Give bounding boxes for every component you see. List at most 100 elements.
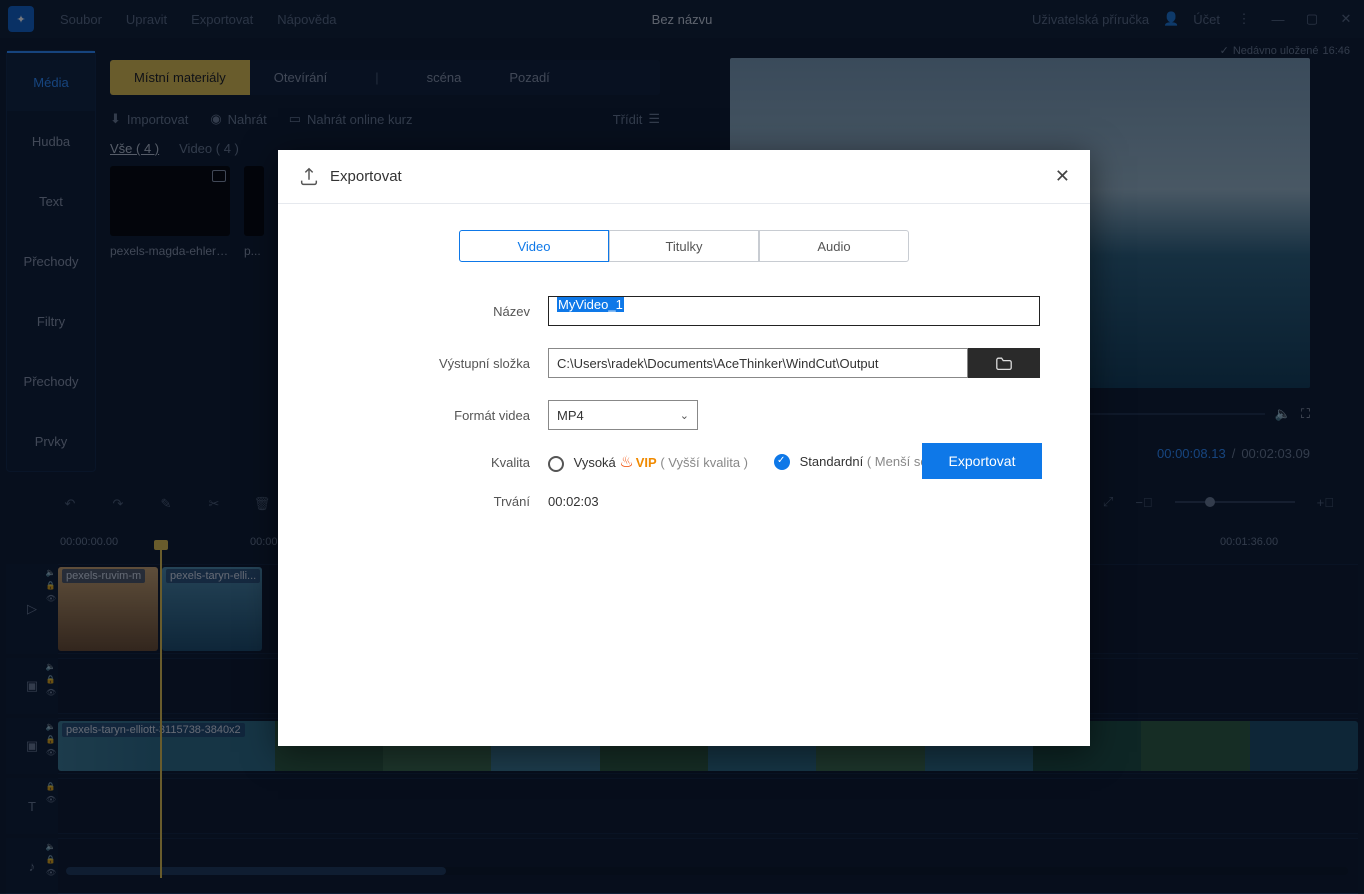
filter-video[interactable]: Video ( 4 )	[179, 141, 239, 156]
text-track-icon: T	[28, 799, 36, 814]
close-dialog-button[interactable]: ✕	[1055, 166, 1070, 187]
clip[interactable]: pexels-ruvim-m	[58, 567, 158, 651]
timeline-scrollbar[interactable]	[66, 867, 1348, 875]
timecode-sep: /	[1232, 446, 1236, 461]
zoom-slider[interactable]	[1175, 501, 1295, 503]
export-tabs: Video Titulky Audio	[318, 230, 1050, 262]
dialog-title: Exportovat	[330, 168, 402, 185]
fullscreen-icon[interactable]: ⛶	[1301, 406, 1310, 422]
label-quality: Kvalita	[318, 455, 548, 470]
format-select[interactable]: MP4 ⌄	[548, 400, 698, 430]
video-track-icon: ▷	[27, 601, 37, 617]
chevron-down-icon: ⌄	[680, 409, 689, 422]
audio-track: ♪ 🔈🔒👁	[6, 838, 1358, 894]
playhead[interactable]	[160, 548, 162, 878]
folder-input[interactable]: C:\Users\radek\Documents\AceThinker\Wind…	[548, 348, 968, 378]
track-head-video[interactable]: ▷ 🔈🔒👁	[6, 564, 58, 654]
tab-background[interactable]: Pozadí	[485, 60, 573, 95]
ruler-tick: 00:00:00.00	[60, 536, 118, 548]
timeline-zoom-tools: ⤢ −⃝ +⃝	[1103, 494, 1334, 510]
account-link[interactable]: Účet	[1193, 12, 1220, 27]
media-toolbar: ⬇Importovat ◉Nahrát ▭Nahrát online kurz …	[110, 105, 660, 137]
sidenav-filters[interactable]: Filtry	[7, 291, 95, 351]
menu-edit[interactable]: Upravit	[114, 12, 179, 27]
label-duration: Trvání	[318, 494, 548, 509]
menu-help[interactable]: Nápověda	[265, 12, 348, 27]
track-head-audio[interactable]: ♪ 🔈🔒👁	[6, 838, 58, 894]
pip-track-icon: ▣	[26, 738, 38, 754]
pip-track-icon: ▣	[26, 678, 38, 694]
flame-icon: ♨	[619, 454, 633, 471]
export-tab-audio[interactable]: Audio	[759, 230, 909, 262]
tab-scene[interactable]: scéna	[403, 60, 486, 95]
screen-icon: ▭	[289, 111, 301, 127]
media-thumb[interactable]: pexels-magda-ehlers...	[110, 166, 230, 258]
record-button[interactable]: ◉Nahrát	[210, 111, 266, 127]
clip-label: pexels-taryn-elli...	[166, 569, 260, 583]
menu-file[interactable]: Soubor	[48, 12, 114, 27]
sidenav-transitions[interactable]: Přechody	[7, 231, 95, 291]
video-badge-icon	[212, 170, 226, 182]
minimize-icon[interactable]: —	[1268, 12, 1288, 27]
thumb-caption: p...	[244, 244, 264, 258]
timeline-toolbar: ↶ ↷ ✎ ✂ 🗑	[60, 494, 272, 514]
sidenav-elements[interactable]: Prvky	[7, 411, 95, 471]
track-head-video2[interactable]: ▣ 🔈🔒👁	[6, 718, 58, 774]
timecode-current: 00:00:08.13	[1157, 446, 1226, 461]
cut-icon[interactable]: ✂	[204, 494, 224, 514]
export-dialog: Exportovat ✕ Video Titulky Audio Název M…	[278, 150, 1090, 746]
manual-link[interactable]: Uživatelská příručka	[1032, 12, 1149, 27]
duration-value: 00:02:03	[548, 494, 599, 509]
volume-icon[interactable]: 🔈	[1275, 406, 1291, 422]
check-icon: ✓	[1220, 44, 1229, 57]
zoom-fit-icon[interactable]: ⤢	[1103, 494, 1113, 510]
menu-export[interactable]: Exportovat	[179, 12, 265, 27]
redo-icon[interactable]: ↷	[108, 494, 128, 514]
edit-icon[interactable]: ✎	[156, 494, 176, 514]
close-window-icon[interactable]: ✕	[1336, 11, 1356, 27]
record-online-button[interactable]: ▭Nahrát online kurz	[289, 111, 413, 127]
media-tabs: Místní materiály Otevírání | scéna Pozad…	[110, 60, 660, 95]
maximize-icon[interactable]: ▢	[1302, 11, 1322, 27]
undo-icon[interactable]: ↶	[60, 494, 80, 514]
recently-saved: ✓ Nedávno uložené 16:46	[1220, 44, 1350, 57]
sidenav-music[interactable]: Hudba	[7, 111, 95, 171]
label-format: Formát videa	[318, 408, 548, 423]
name-input[interactable]: MyVideo_1	[548, 296, 1040, 326]
text-track: T 🔒👁	[6, 778, 1358, 834]
kebab-icon[interactable]: ⋮	[1234, 11, 1254, 27]
titlebar: ✦ Soubor Upravit Exportovat Nápověda Bez…	[0, 0, 1364, 38]
trash-icon[interactable]: 🗑	[252, 494, 272, 514]
clip[interactable]: pexels-taryn-elli...	[162, 567, 262, 651]
sidenav-media[interactable]: Média	[7, 51, 95, 111]
zoom-out-icon[interactable]: −⃝	[1135, 495, 1152, 510]
import-icon: ⬇	[110, 111, 121, 127]
music-track-icon: ♪	[29, 859, 36, 874]
sidenav-transitions-2[interactable]: Přechody	[7, 351, 95, 411]
browse-folder-button[interactable]	[968, 348, 1040, 378]
track-head-overlay[interactable]: ▣ 🔈🔒👁	[6, 658, 58, 714]
filter-all[interactable]: Vše ( 4 )	[110, 141, 159, 156]
sidenav-text[interactable]: Text	[7, 171, 95, 231]
side-nav: Média Hudba Text Přechody Filtry Přechod…	[6, 50, 96, 472]
media-thumb[interactable]: p...	[244, 166, 264, 258]
track-head-text[interactable]: T 🔒👁	[6, 778, 58, 834]
tab-opening[interactable]: Otevírání	[250, 60, 351, 95]
export-button[interactable]: Exportovat	[922, 443, 1042, 479]
quality-high-option[interactable]: Vysoká ♨VIP ( Vyšší kvalita )	[548, 452, 748, 472]
import-button[interactable]: ⬇Importovat	[110, 111, 188, 127]
clip-label: pexels-taryn-elliott-3115738-3840x2	[62, 723, 245, 737]
label-name: Název	[318, 304, 548, 319]
document-title: Bez názvu	[652, 12, 713, 27]
zoom-in-icon[interactable]: +⃝	[1317, 495, 1334, 510]
user-icon[interactable]: 👤	[1163, 11, 1179, 27]
export-tab-subs[interactable]: Titulky	[609, 230, 759, 262]
thumb-caption: pexels-magda-ehlers...	[110, 244, 230, 258]
export-tab-video[interactable]: Video	[459, 230, 609, 262]
timecode-duration: 00:02:03.09	[1241, 446, 1310, 461]
tab-local[interactable]: Místní materiály	[110, 60, 250, 95]
saved-label: Nedávno uložené	[1233, 45, 1319, 57]
sort-button[interactable]: Třídit☰	[613, 111, 660, 127]
record-icon: ◉	[210, 111, 221, 127]
ruler-tick: 00:01:36.00	[1220, 536, 1278, 548]
